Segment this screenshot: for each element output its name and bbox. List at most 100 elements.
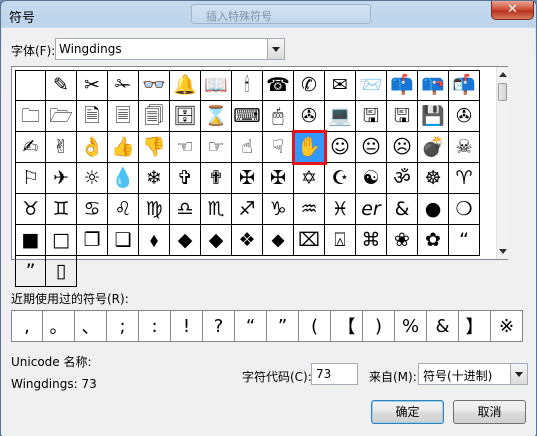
recent-symbol-cell[interactable]: 】 [459,310,491,342]
symbol-cell[interactable]: ✁ [108,70,139,101]
recent-symbol-cell[interactable]: 【 [331,310,363,342]
symbol-cell[interactable]: 👓 [139,70,170,101]
recent-symbol-cell[interactable]: ) [363,310,395,342]
symbol-cell[interactable]: ♊ [46,194,77,225]
symbol-cell[interactable]: 🖫 [387,101,418,132]
recent-symbol-cell[interactable]: & [427,310,459,342]
symbol-grid-scrollbar[interactable] [496,67,508,259]
symbol-cell[interactable]: ✠ [263,163,294,194]
symbol-cell[interactable]: 🗄 [170,101,201,132]
symbol-cell[interactable]: ✎ [46,70,77,101]
symbol-cell[interactable] [15,70,46,101]
symbol-cell[interactable]: ☎ [263,70,294,101]
symbol-cell[interactable]: ✂ [77,70,108,101]
recent-symbol-cell[interactable]: “ [235,310,267,342]
recent-symbol-cell[interactable]: ( [299,310,331,342]
symbol-cell[interactable]: ✈ [46,163,77,194]
symbol-cell[interactable]: ☪ [325,163,356,194]
symbol-cell[interactable]: ☼ [77,163,108,194]
symbol-cell[interactable]: ⬥ [263,225,294,256]
recent-symbol-cell[interactable]: ! [171,310,203,342]
symbol-cell[interactable]: ♐ [232,194,263,225]
symbol-cell[interactable]: ⚐ [15,163,46,194]
symbol-cell[interactable]: “ [449,225,480,256]
symbol-cell[interactable]: 💧 [108,163,139,194]
symbol-cell[interactable]: ✡ [294,163,325,194]
symbol-cell[interactable]: ♌ [108,194,139,225]
symbol-cell[interactable]: ♑ [263,194,294,225]
symbol-cell[interactable]: ◆ [170,225,201,256]
font-select[interactable]: Wingdings [55,38,285,60]
symbol-cell[interactable]: ✟ [201,163,232,194]
symbol-cell[interactable]: ♎ [170,194,201,225]
symbol-cell-selected[interactable]: ✋ [292,130,327,165]
symbol-cell[interactable]: ⌨ [232,101,263,132]
chevron-down-icon[interactable] [510,364,527,384]
symbol-cell[interactable]: 🗐 [139,101,170,132]
symbol-cell[interactable]: ⌘ [356,225,387,256]
symbol-cell[interactable]: ◆ [201,225,232,256]
symbol-cell[interactable]: 📬 [449,70,480,101]
symbol-cell[interactable]: 👌 [77,132,108,163]
recent-symbol-cell[interactable]: % [395,310,427,342]
symbol-cell[interactable]: 🖱 [263,101,294,132]
symbol-cell[interactable]: ✇ [294,101,325,132]
recent-symbol-cell[interactable]: : [139,310,171,342]
symbol-cell[interactable]: ⌛ [201,101,232,132]
symbol-cell[interactable]: ✿ [418,225,449,256]
symbol-cell[interactable]: 📫 [387,70,418,101]
symbol-cell[interactable]: & [387,194,418,225]
symbol-cell[interactable]: ❍ [449,194,480,225]
symbol-cell[interactable]: 📪 [418,70,449,101]
recent-symbol-cell[interactable]: ” [267,310,299,342]
symbol-cell[interactable]: ♏ [201,194,232,225]
symbol-cell[interactable]: ☟ [263,132,294,163]
symbol-cell[interactable]: ♈ [449,163,480,194]
symbol-cell[interactable]: ☞ [201,132,232,163]
recent-symbol-cell[interactable]: ; [107,310,139,342]
symbol-cell[interactable]: ✆ [294,70,325,101]
symbol-cell[interactable]: 👎 [139,132,170,163]
symbol-cell[interactable]: ❑ [108,225,139,256]
symbol-cell[interactable]: ” [15,256,46,287]
chevron-down-icon[interactable] [267,39,284,59]
symbol-cell[interactable]: 🗁 [46,101,77,132]
symbol-cell[interactable]: ▯ [46,256,77,287]
symbol-cell[interactable]: 😐 [356,132,387,163]
symbol-cell[interactable]: 📖 [201,70,232,101]
symbol-cell[interactable]: ☹ [387,132,418,163]
symbol-cell[interactable]: 🗀 [15,101,46,132]
symbol-cell[interactable]: 💣 [418,132,449,163]
symbol-cell[interactable]: ✞ [170,163,201,194]
recent-symbol-cell[interactable]: , [11,310,43,342]
symbol-cell[interactable]: ⌧ [294,225,325,256]
symbol-cell[interactable]: 💻 [325,101,356,132]
symbol-cell[interactable]: 🕯 [232,70,263,101]
title-bar[interactable]: 符号 插入特殊符号 ✕ [1,1,536,28]
recent-symbol-cell[interactable]: 、 [75,310,107,342]
symbol-cell[interactable]: ✉ [325,70,356,101]
symbol-cell[interactable]: ❄ [139,163,170,194]
symbol-cell[interactable]: □ [46,225,77,256]
symbol-cell[interactable]: ❀ [387,225,418,256]
symbol-cell[interactable]: ☸ [418,163,449,194]
cancel-button[interactable]: 取消 [453,400,526,424]
symbol-cell[interactable]: ☠ [449,132,480,163]
symbol-cell[interactable]: ♍ [139,194,170,225]
symbol-cell[interactable]: ✠ [232,163,263,194]
symbol-cell[interactable]: 🖫 [356,101,387,132]
symbol-cell[interactable]: ♓ [325,194,356,225]
recent-symbol-cell[interactable]: ? [203,310,235,342]
symbol-cell[interactable]: ♉ [15,194,46,225]
symbol-cell[interactable]: ✍ [15,132,46,163]
symbol-cell[interactable]: 📨 [356,70,387,101]
symbol-cell[interactable]: 🗎 [77,101,108,132]
symbol-cell[interactable]: ⬧ [139,225,170,256]
scroll-up-icon[interactable] [499,72,507,77]
symbol-cell[interactable]: 🔔 [170,70,201,101]
symbol-cell[interactable]: ☺ [325,132,356,163]
ok-button[interactable]: 确定 [371,400,444,424]
symbol-cell[interactable]: 💾 [418,101,449,132]
symbol-cell[interactable]: ❐ [77,225,108,256]
symbol-cell[interactable]: ♋ [77,194,108,225]
